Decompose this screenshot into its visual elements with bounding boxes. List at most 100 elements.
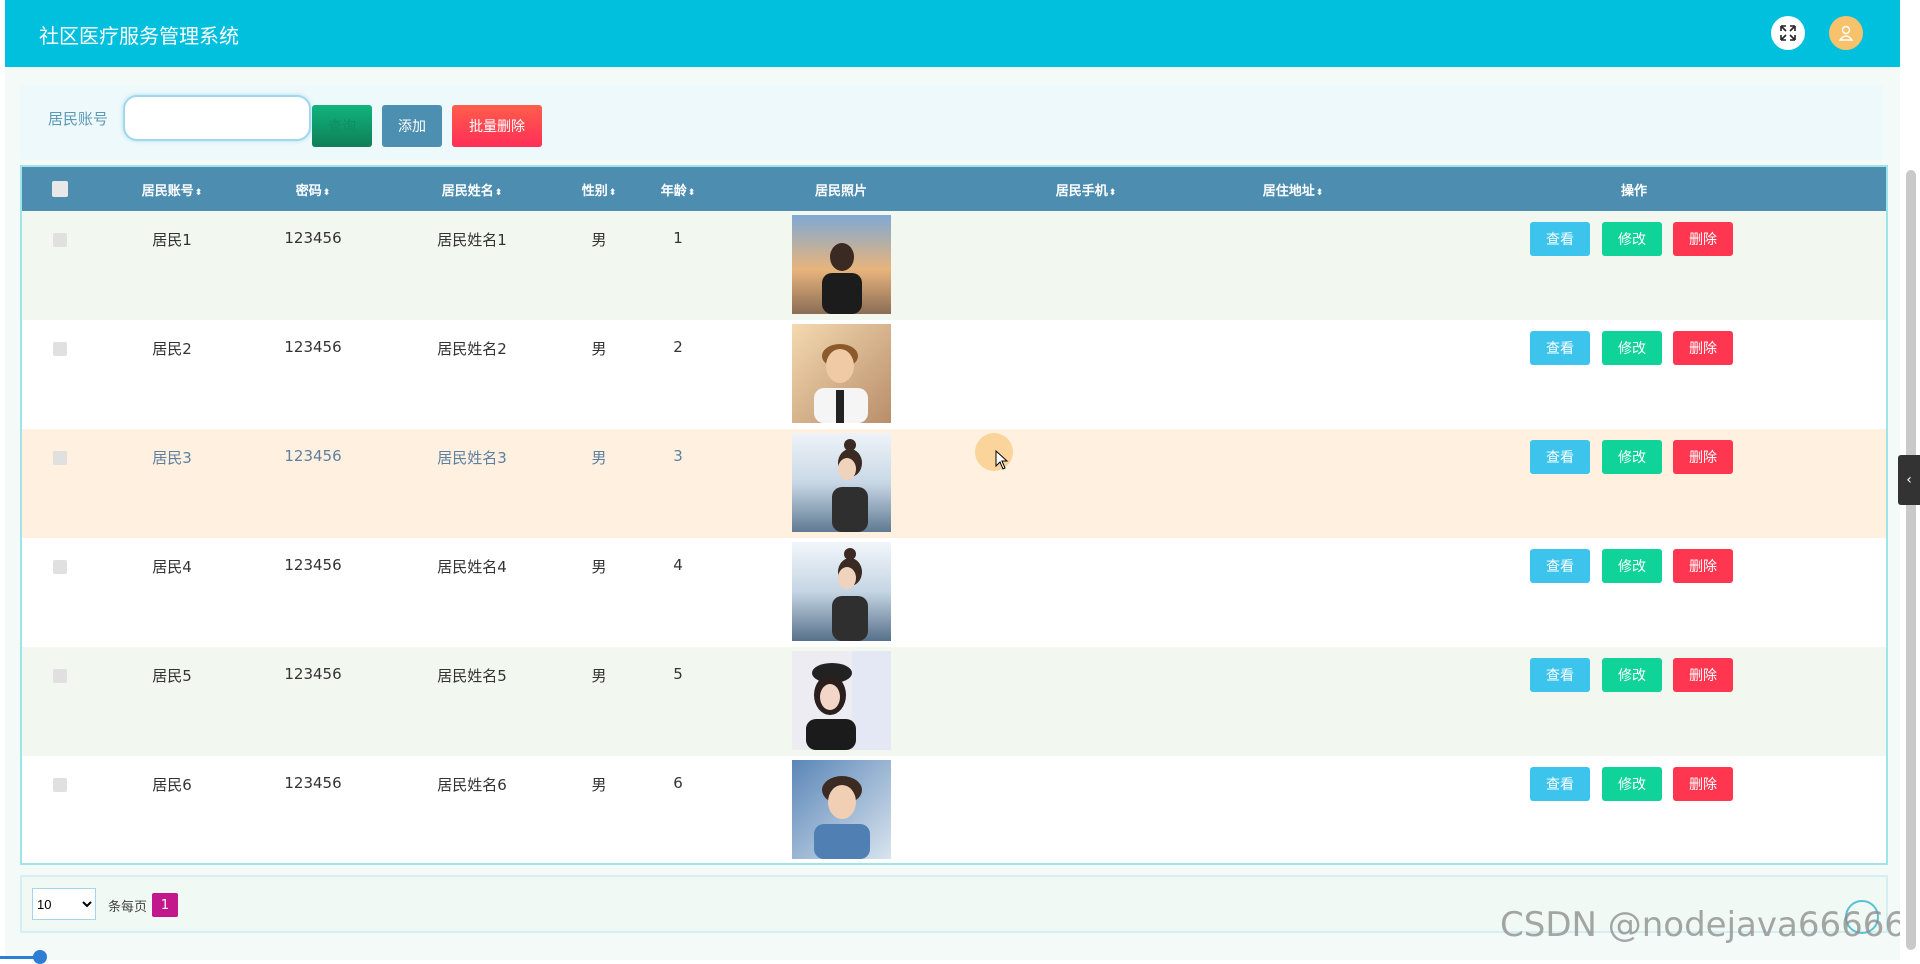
view-button[interactable]: 查看 — [1530, 549, 1590, 583]
chevron-left-icon[interactable]: ‹ — [1898, 455, 1920, 505]
cell-password: 123456 — [284, 774, 342, 792]
cell-password: 123456 — [284, 229, 342, 247]
view-button[interactable]: 查看 — [1530, 767, 1590, 801]
mouse-cursor-icon — [995, 450, 1009, 470]
cell-password: 123456 — [284, 338, 342, 356]
column-header-phone[interactable]: 居民手机⬍ — [1056, 180, 1117, 199]
search-label: 居民账号 — [48, 110, 109, 128]
cell-account: 居民4 — [152, 558, 192, 576]
scrollbar-thumb[interactable] — [1906, 170, 1916, 950]
view-button[interactable]: 查看 — [1530, 658, 1590, 692]
column-header-name[interactable]: 居民姓名⬍ — [442, 180, 503, 199]
page-size-select[interactable]: 10 — [32, 888, 96, 920]
table-row: 居民4 123456 居民姓名4 男 4 查看 修改 删除 — [22, 538, 1886, 647]
column-header-gender[interactable]: 性别⬍ — [582, 180, 617, 199]
app-title: 社区医疗服务管理系统 — [39, 24, 239, 48]
cell-age: 3 — [673, 447, 683, 465]
row-checkbox[interactable] — [53, 560, 67, 574]
column-header-password[interactable]: 密码⬍ — [296, 180, 331, 199]
view-button[interactable]: 查看 — [1530, 331, 1590, 365]
cell-age: 4 — [673, 556, 683, 574]
per-page-label: 条每页 — [108, 900, 148, 915]
cell-name: 居民姓名1 — [437, 231, 507, 249]
sort-icon: ⬍ — [494, 188, 503, 198]
table-row: 居民6 123456 居民姓名6 男 6 查看 修改 删除 — [22, 756, 1886, 863]
cell-gender: 男 — [591, 667, 607, 685]
sort-icon: ⬍ — [1315, 188, 1324, 198]
edit-button[interactable]: 修改 — [1602, 331, 1662, 365]
cell-gender: 男 — [591, 558, 607, 576]
column-header-address[interactable]: 居住地址⬍ — [1263, 180, 1324, 199]
sort-icon: ⬍ — [608, 188, 617, 198]
row-checkbox[interactable] — [53, 451, 67, 465]
slider-handle[interactable] — [33, 950, 47, 964]
delete-button[interactable]: 删除 — [1673, 549, 1733, 583]
cell-age: 6 — [673, 774, 683, 792]
delete-button[interactable]: 删除 — [1673, 440, 1733, 474]
search-button[interactable]: 查询 — [312, 105, 372, 147]
cell-gender: 男 — [591, 231, 607, 249]
cell-name: 居民姓名4 — [437, 558, 507, 576]
row-checkbox[interactable] — [53, 342, 67, 356]
cell-password: 123456 — [284, 447, 342, 465]
delete-button[interactable]: 删除 — [1673, 658, 1733, 692]
column-header-photo: 居民照片 — [814, 184, 868, 199]
table-header: 居民账号⬍ 密码⬍ 居民姓名⬍ 性别⬍ 年龄⬍ 居民照片 居民手机⬍ 居住地址⬍… — [22, 167, 1886, 211]
cell-age: 2 — [673, 338, 683, 356]
cell-gender: 男 — [591, 340, 607, 358]
resident-table: 居民账号⬍ 密码⬍ 居民姓名⬍ 性别⬍ 年龄⬍ 居民照片 居民手机⬍ 居住地址⬍… — [20, 165, 1888, 865]
cell-password: 123456 — [284, 556, 342, 574]
delete-button[interactable]: 删除 — [1673, 222, 1733, 256]
column-header-account[interactable]: 居民账号⬍ — [142, 180, 203, 199]
table-row: 居民5 123456 居民姓名5 男 5 查看 修改 删除 — [22, 647, 1886, 756]
sort-icon: ⬍ — [322, 188, 331, 198]
app: 社区医疗服务管理系统 居民账号 查询 添加 批量删除 居民账号⬍ 密码⬍ 居民姓… — [5, 0, 1920, 960]
view-button[interactable]: 查看 — [1530, 440, 1590, 474]
resident-photo — [792, 433, 891, 532]
edit-button[interactable]: 修改 — [1602, 658, 1662, 692]
cell-account: 居民5 — [152, 667, 192, 685]
cell-name: 居民姓名2 — [437, 340, 507, 358]
cell-account: 居民2 — [152, 340, 192, 358]
delete-button[interactable]: 删除 — [1673, 331, 1733, 365]
row-checkbox[interactable] — [53, 669, 67, 683]
row-checkbox[interactable] — [53, 233, 67, 247]
select-all-checkbox[interactable] — [52, 181, 68, 197]
sort-icon: ⬍ — [1108, 188, 1117, 198]
watermark: CSDN @nodejava666666 — [1500, 905, 1920, 945]
cell-name: 居民姓名5 — [437, 667, 507, 685]
cell-age: 1 — [673, 229, 683, 247]
column-header-actions: 操作 — [1620, 184, 1648, 199]
resident-photo — [792, 542, 891, 641]
resident-photo — [792, 324, 891, 423]
cell-name: 居民姓名6 — [437, 776, 507, 794]
table-row: 居民1 123456 居民姓名1 男 1 查看 修改 删除 — [22, 211, 1886, 320]
top-header: 社区医疗服务管理系统 — [5, 0, 1900, 67]
cell-gender: 男 — [591, 776, 607, 794]
table-row: 居民2 123456 居民姓名2 男 2 查看 修改 删除 — [22, 320, 1886, 429]
edit-button[interactable]: 修改 — [1602, 767, 1662, 801]
resident-photo — [792, 651, 891, 750]
sort-icon: ⬍ — [687, 188, 696, 198]
search-panel: 居民账号 查询 添加 批量删除 — [20, 85, 1883, 160]
cell-account: 居民3 — [152, 449, 192, 467]
edit-button[interactable]: 修改 — [1602, 222, 1662, 256]
cell-gender: 男 — [591, 449, 607, 467]
row-checkbox[interactable] — [53, 778, 67, 792]
cell-password: 123456 — [284, 665, 342, 683]
column-header-age[interactable]: 年龄⬍ — [661, 180, 696, 199]
view-button[interactable]: 查看 — [1530, 222, 1590, 256]
page-number-current[interactable]: 1 — [152, 893, 178, 917]
add-button[interactable]: 添加 — [382, 105, 442, 147]
user-icon[interactable] — [1829, 16, 1863, 50]
batch-delete-button[interactable]: 批量删除 — [452, 105, 542, 147]
fullscreen-icon[interactable] — [1771, 16, 1805, 50]
search-input[interactable] — [123, 95, 311, 141]
delete-button[interactable]: 删除 — [1673, 767, 1733, 801]
edit-button[interactable]: 修改 — [1602, 549, 1662, 583]
table-row: 居民3 123456 居民姓名3 男 3 查看 修改 删除 — [22, 429, 1886, 538]
resident-photo — [792, 215, 891, 314]
cell-account: 居民1 — [152, 231, 192, 249]
cell-age: 5 — [673, 665, 683, 683]
edit-button[interactable]: 修改 — [1602, 440, 1662, 474]
